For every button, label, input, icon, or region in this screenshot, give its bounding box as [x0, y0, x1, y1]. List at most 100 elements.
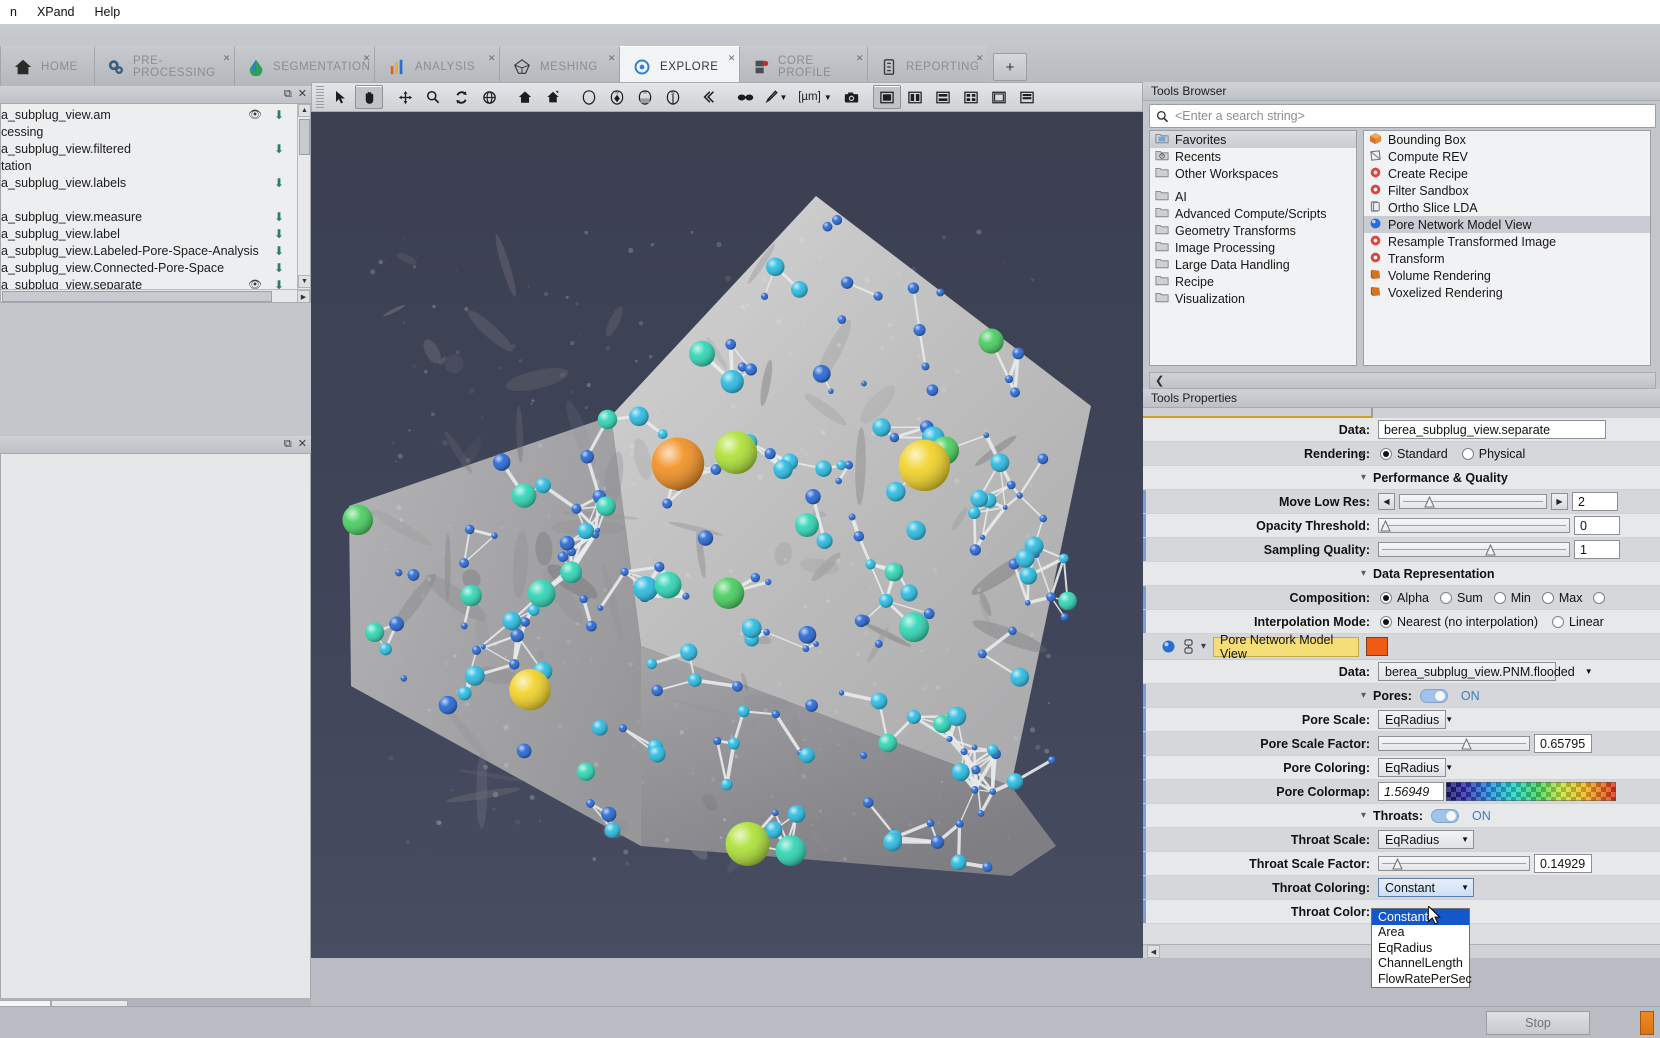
sampling-quality-slider[interactable] — [1378, 542, 1570, 557]
dropdown-option-flowratepersec[interactable]: FlowRatePerSec — [1372, 971, 1472, 987]
download-icon[interactable]: ⬇ — [274, 244, 284, 258]
layout-quad-icon[interactable] — [957, 85, 985, 109]
pores-toggle[interactable] — [1419, 688, 1448, 703]
throats-toggle[interactable] — [1431, 808, 1459, 823]
dropdown-option-area[interactable]: Area — [1372, 925, 1469, 941]
composition-radio-max[interactable]: Max — [1541, 591, 1582, 605]
orbit-icon[interactable] — [475, 85, 503, 109]
throat-scale-combo[interactable]: EqRadius ▼ — [1378, 830, 1474, 849]
undock-icon-2[interactable]: ⧉ — [284, 439, 292, 450]
tree-horizontal-scrollbar[interactable]: ▶ — [1, 289, 310, 302]
menu-item-0[interactable]: n — [0, 3, 27, 21]
row-performance-header[interactable]: ▾ Performance & Quality — [1143, 466, 1660, 490]
clip-icon[interactable] — [695, 85, 723, 109]
chevron-down-icon[interactable]: ▾ — [1201, 641, 1206, 652]
undock-icon[interactable]: ⧉ — [284, 89, 292, 100]
move-low-res-step-up[interactable]: ▶ — [1551, 493, 1568, 510]
tool-categories-list[interactable]: Favorites Recents Other Workspaces AI Advanc… — [1149, 130, 1357, 366]
rendering-radio-standard[interactable]: Standard — [1380, 447, 1448, 461]
close-icon[interactable]: ✕ — [976, 53, 984, 64]
tree-scroll-thumb[interactable] — [299, 119, 310, 155]
radio-dot-icon-7[interactable] — [1593, 591, 1606, 604]
menu-item-help[interactable]: Help — [84, 3, 130, 21]
close-icon[interactable]: ✕ — [608, 53, 616, 64]
visibility-eye-icon[interactable]: 👁 — [248, 108, 262, 121]
composition-radio-sum[interactable]: Sum — [1439, 591, 1483, 605]
layout-wide-icon[interactable] — [985, 85, 1013, 109]
close-icon[interactable]: ✕ — [223, 53, 231, 64]
dropdown-option-constant[interactable]: Constant — [1372, 909, 1469, 925]
tool-item-create-recipe[interactable]: Create Recipe — [1364, 165, 1650, 182]
close-icon[interactable]: ✕ — [856, 53, 864, 64]
tree-hscroll-thumb[interactable] — [2, 291, 272, 302]
pore-coloring-combo[interactable]: EqRadius ▼ — [1378, 758, 1453, 777]
workflow-tab-meshing[interactable]: MESHING ✕ — [499, 46, 619, 86]
link-chain-icon[interactable] — [1183, 638, 1194, 655]
menu-item-xpand[interactable]: XPand — [27, 3, 85, 21]
collapse-chevron-icon[interactable]: ▾ — [1361, 472, 1366, 483]
tree-row[interactable]: a_subplug_view.am 👁 ⬇ — [1, 106, 296, 123]
3d-viewport[interactable] — [311, 86, 1143, 958]
add-tab-button[interactable]: + — [993, 53, 1027, 81]
expand-chevron-icon[interactable]: ▸ — [1361, 424, 1366, 435]
set-home-icon[interactable] — [539, 85, 567, 109]
view-xy-icon[interactable]: xy — [603, 85, 631, 109]
workflow-tab-explore[interactable]: EXPLORE ✕ — [619, 46, 739, 86]
composition-radio-min[interactable]: Min — [1493, 591, 1531, 605]
tool-item-volume-rendering[interactable]: Volume Rendering — [1364, 267, 1650, 284]
tool-category-recipe[interactable]: Recipe — [1150, 273, 1356, 290]
dropdown-option-eqradius[interactable]: EqRadius — [1372, 940, 1469, 956]
layout-single-icon[interactable] — [873, 85, 901, 109]
scroll-up-icon[interactable]: ▲ — [298, 104, 310, 117]
rotate-icon[interactable] — [447, 85, 475, 109]
move-low-res-value[interactable]: 2 — [1572, 492, 1618, 511]
download-icon[interactable]: ⬇ — [274, 142, 284, 156]
scroll-right-icon[interactable]: ▶ — [297, 290, 310, 302]
project-tree[interactable]: a_subplug_view.am 👁 ⬇ cessing a_subplug_view… — [0, 104, 311, 303]
workflow-tab-reporting[interactable]: REPORTING ✕ — [867, 46, 987, 86]
tree-row[interactable]: a_subplug_view.filtered ⬇ — [1, 140, 296, 157]
pen-measure-icon[interactable]: ▼ — [759, 85, 793, 109]
pore-scale-factor-value[interactable]: 0.65795 — [1534, 734, 1592, 753]
stop-button[interactable]: Stop — [1486, 1011, 1590, 1035]
collapse-chevron-icon-3[interactable]: ▾ — [1361, 690, 1366, 701]
layout-two-columns-icon[interactable] — [901, 85, 929, 109]
tree-row[interactable]: a_subplug_view.Connected-Pore-Space ⬇ — [1, 259, 296, 276]
tool-item-pore-network-model-view[interactable]: Pore Network Model View — [1364, 216, 1650, 233]
tool-category-advanced-compute-scripts[interactable]: Advanced Compute/Scripts — [1150, 205, 1356, 222]
pore-scale-factor-slider[interactable] — [1378, 736, 1530, 751]
workflow-tab-segmentation[interactable]: SEGMENTATION ✕ — [234, 46, 374, 86]
download-icon[interactable]: ⬇ — [274, 176, 284, 190]
tool-category-other-workspaces[interactable]: Other Workspaces — [1150, 165, 1356, 182]
tool-category-ai[interactable]: AI — [1150, 188, 1356, 205]
tool-category-geometry-transforms[interactable]: Geometry Transforms — [1150, 222, 1356, 239]
layout-two-rows-icon[interactable] — [929, 85, 957, 109]
view-free-icon[interactable] — [575, 85, 603, 109]
download-icon[interactable]: ⬇ — [274, 261, 284, 275]
close-icon-2[interactable]: ✕ — [298, 439, 307, 450]
interpolation-radio-linear[interactable]: Linear — [1552, 615, 1604, 629]
tree-row[interactable]: a_subplug_view.label ⬇ — [1, 225, 296, 242]
pnm-data-combo[interactable]: berea_subplug_view.PNM.flooded ▼ — [1378, 662, 1593, 681]
tool-item-compute-rev[interactable]: Compute REV — [1364, 148, 1650, 165]
pore-colormap-value[interactable]: 1.56949 — [1378, 782, 1444, 801]
workflow-tab-analysis[interactable]: ANALYSIS ✕ — [374, 46, 499, 86]
tool-category-visualization[interactable]: Visualization — [1150, 290, 1356, 307]
view-yz-icon[interactable]: yz — [659, 85, 687, 109]
tool-item-transform[interactable]: Transform — [1364, 250, 1650, 267]
tree-row[interactable] — [1, 191, 296, 208]
tool-category-large-data-handling[interactable]: Large Data Handling — [1150, 256, 1356, 273]
tool-category-favorites[interactable]: Favorites — [1150, 131, 1356, 148]
collapse-chevron-icon-2[interactable]: ▾ — [1361, 568, 1366, 579]
opacity-threshold-value[interactable]: 0 — [1574, 516, 1620, 535]
expand-chevron-icon-2[interactable]: ▸ — [1361, 448, 1366, 459]
pnm-module-color-swatch[interactable] — [1366, 637, 1389, 656]
pore-colormap-bar[interactable] — [1446, 782, 1616, 801]
toolbar-grip[interactable] — [316, 86, 324, 108]
download-icon[interactable]: ⬇ — [274, 227, 284, 241]
tree-row[interactable]: cessing — [1, 123, 296, 140]
throat-coloring-combo[interactable]: Constant ▼ — [1378, 878, 1474, 897]
data-value-field[interactable]: berea_subplug_view.separate — [1378, 420, 1606, 439]
view-xz-icon[interactable]: xz — [631, 85, 659, 109]
workflow-tab-home[interactable]: HOME — [0, 46, 94, 86]
